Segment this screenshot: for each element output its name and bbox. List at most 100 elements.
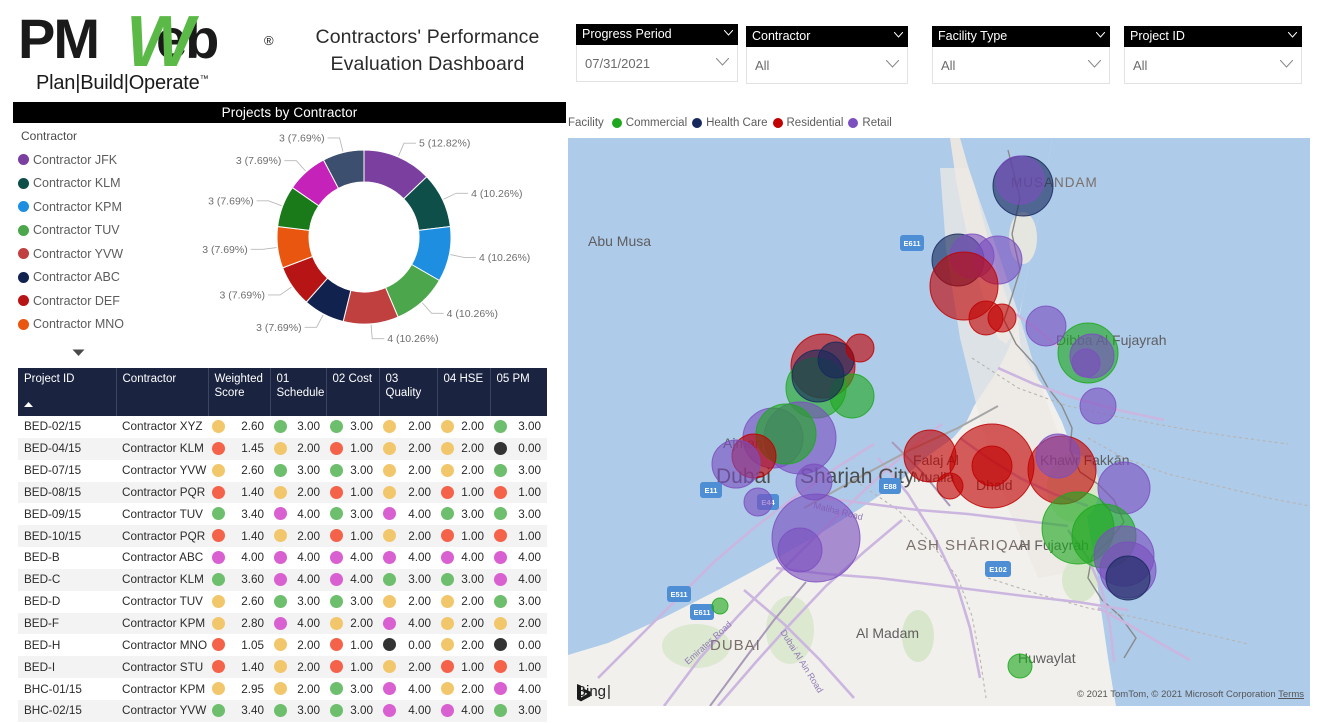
- cell-score-5: 3.00: [490, 503, 547, 525]
- map-bubble[interactable]: [1035, 433, 1081, 479]
- highway-shield-e11: E11: [700, 482, 722, 498]
- column-header-project-id[interactable]: Project ID: [18, 368, 117, 416]
- chevron-down-icon[interactable]: [1288, 32, 1297, 38]
- map-terms-link[interactable]: Terms: [1278, 689, 1304, 700]
- slicer-progress-period[interactable]: Progress Period 07/31/2021: [576, 24, 738, 82]
- chevron-down-icon[interactable]: [1088, 60, 1101, 68]
- kpi-status-dot: [383, 572, 396, 586]
- svg-text:3 (7.69%): 3 (7.69%): [208, 195, 254, 207]
- table-row[interactable]: BED-D Contractor TUV 2.60 3.00 3.00 2.00 2.00 3…: [18, 591, 547, 613]
- table-row[interactable]: BED-C Contractor KLM 3.60 4.00 4.00 3.00 3.00 4…: [18, 568, 547, 591]
- donut-chart[interactable]: 5 (12.82%) 4 (10.26%) 4 (10.26%) 4 (10.26%)…: [181, 126, 566, 364]
- table-row[interactable]: BED-I Contractor STU 1.40 2.00 1.00 2.00 1.00 1…: [18, 656, 547, 679]
- legend-item-label: Contractor DEF: [33, 293, 120, 308]
- slicer-project-id-header[interactable]: Project ID: [1124, 26, 1302, 47]
- table-row[interactable]: BED-10/15 Contractor PQR 1.40 2.00 1.00 2.00 1…: [18, 525, 547, 548]
- column-header-04-hse[interactable]: 04 HSE: [437, 368, 491, 416]
- table-row[interactable]: BED-B Contractor ABC 4.00 4.00 4.00 4.00 4.00 4…: [18, 547, 547, 569]
- map-bubble[interactable]: [1071, 348, 1101, 378]
- column-header-01-schedule[interactable]: 01 Schedule: [270, 368, 327, 416]
- map-bubble[interactable]: [1025, 305, 1067, 347]
- table-row[interactable]: BHC-01/15 Contractor KPM 2.95 2.00 3.00 4.00 2…: [18, 678, 547, 700]
- cell-score-4: 2.00: [437, 591, 490, 613]
- chevron-down-icon[interactable]: [1280, 60, 1293, 68]
- slicer-contractor[interactable]: Contractor All: [746, 26, 908, 84]
- column-header-02-cost[interactable]: 02 Cost: [326, 368, 380, 416]
- kpi-status-dot: [212, 529, 225, 543]
- map-bubble[interactable]: [1079, 387, 1117, 425]
- legend-item[interactable]: Contractor DEF: [18, 289, 178, 313]
- slicer-progress-period-header[interactable]: Progress Period: [576, 24, 738, 45]
- chevron-down-icon[interactable]: [716, 58, 729, 66]
- table-row[interactable]: BED-02/15 Contractor XYZ 2.60 3.00 3.00 2.00 2…: [18, 416, 547, 438]
- table-row[interactable]: BED-H Contractor MNO 1.05 2.00 1.00 0.00 2.00 0…: [18, 634, 547, 656]
- map-label-abu-musa: Abu Musa: [588, 233, 651, 249]
- map-bubble[interactable]: [995, 155, 1045, 205]
- legend-item[interactable]: Contractor TUV: [18, 219, 178, 243]
- map-legend-item[interactable]: Health Care: [692, 117, 768, 129]
- kpi-status-dot: [383, 616, 396, 630]
- table-row[interactable]: BED-09/15 Contractor TUV 3.40 4.00 3.00 4.00 3…: [18, 503, 547, 525]
- slicer-project-id-value[interactable]: All: [1124, 47, 1302, 84]
- slicer-contractor-value[interactable]: All: [746, 47, 908, 84]
- kpi-status-dot: [330, 594, 343, 608]
- donut-data-label: 3 (7.69%): [208, 195, 282, 207]
- slicer-facility-type-value[interactable]: All: [932, 47, 1110, 84]
- table-row[interactable]: BED-04/15 Contractor KLM 1.45 2.00 1.00 2.00 2…: [18, 437, 547, 460]
- cell-score-1: 4.00: [270, 612, 326, 635]
- column-header-05-pm[interactable]: 05 PM: [490, 368, 547, 416]
- column-header-contractor[interactable]: Contractor: [116, 368, 209, 416]
- map-legend-item[interactable]: Retail: [848, 117, 892, 129]
- page-title-line2: Evaluation Dashboard: [330, 53, 525, 75]
- svg-text:4 (10.26%): 4 (10.26%): [471, 188, 522, 200]
- cell-score-2: 3.00: [326, 678, 379, 700]
- cell-score-5: 4.00: [490, 547, 547, 569]
- map-bubble[interactable]: [777, 527, 823, 573]
- legend-item[interactable]: Contractor MNO: [18, 313, 178, 337]
- cell-score-2: 2.00: [326, 612, 379, 635]
- map-bubble[interactable]: [711, 439, 761, 489]
- chevron-down-icon[interactable]: [886, 60, 899, 68]
- column-header-weighted-score[interactable]: Weighted Score: [208, 368, 271, 416]
- legend-item[interactable]: Contractor KLM: [18, 172, 178, 196]
- legend-item[interactable]: Contractor ABC: [18, 266, 178, 290]
- facility-location-map[interactable]: Abu Musa MUSANDAM Dibba Al Fujayrah Khaw…: [568, 138, 1310, 706]
- project-scores-table[interactable]: Project ID Contractor Weighted Score 01 …: [18, 368, 565, 723]
- map-legend-label: Commercial: [625, 117, 688, 129]
- map-bubble[interactable]: [1007, 653, 1033, 679]
- bing-logo[interactable]: Bing |: [576, 683, 611, 702]
- column-header-03-quality[interactable]: 03 Quality: [379, 368, 438, 416]
- slicer-facility-type-header[interactable]: Facility Type: [932, 26, 1110, 47]
- slicer-facility-type[interactable]: Facility Type All: [932, 26, 1110, 84]
- map-bubble[interactable]: [845, 333, 875, 363]
- table-row[interactable]: BED-F Contractor KPM 2.80 4.00 2.00 4.00 2.00 2…: [18, 612, 547, 635]
- projects-by-contractor-title: Projects by Contractor: [13, 102, 566, 123]
- table-row[interactable]: BED-07/15 Contractor YVW 2.60 3.00 3.00 2.00 2…: [18, 460, 547, 482]
- kpi-status-dot: [330, 638, 343, 652]
- map-bubble[interactable]: [987, 303, 1017, 333]
- map-bubble[interactable]: [971, 445, 1013, 487]
- chevron-down-icon[interactable]: [894, 32, 903, 38]
- donut-data-label: 3 (7.69%): [202, 244, 277, 256]
- legend-expand-button[interactable]: [18, 344, 138, 362]
- table-row[interactable]: BED-08/15 Contractor PQR 1.40 2.00 1.00 2.00 1…: [18, 481, 547, 504]
- map-bubble[interactable]: [1105, 555, 1151, 601]
- legend-item[interactable]: Contractor JFK: [18, 148, 178, 172]
- slicer-progress-period-value[interactable]: 07/31/2021: [576, 45, 738, 82]
- legend-item[interactable]: Contractor YVW: [18, 242, 178, 266]
- legend-item[interactable]: Contractor KPM: [18, 195, 178, 219]
- kpi-status-dot: [212, 703, 225, 717]
- kpi-status-dot: [383, 420, 396, 433]
- map-bubble[interactable]: [743, 487, 773, 517]
- chevron-down-icon[interactable]: [1096, 32, 1105, 38]
- table-row[interactable]: BHC-02/15 Contractor YVW 3.40 3.00 3.00 4.00 4…: [18, 699, 547, 722]
- cell-project-id: BED-I: [18, 656, 116, 679]
- map-legend-item[interactable]: Residential: [772, 117, 843, 129]
- kpi-status-dot: [441, 507, 454, 521]
- slicer-contractor-header[interactable]: Contractor: [746, 26, 908, 47]
- map-bubble[interactable]: [711, 597, 729, 615]
- chevron-down-icon[interactable]: [724, 30, 733, 36]
- slicer-project-id[interactable]: Project ID All: [1124, 26, 1302, 84]
- map-legend-item[interactable]: Commercial: [611, 117, 688, 129]
- kpi-status-dot: [274, 485, 287, 499]
